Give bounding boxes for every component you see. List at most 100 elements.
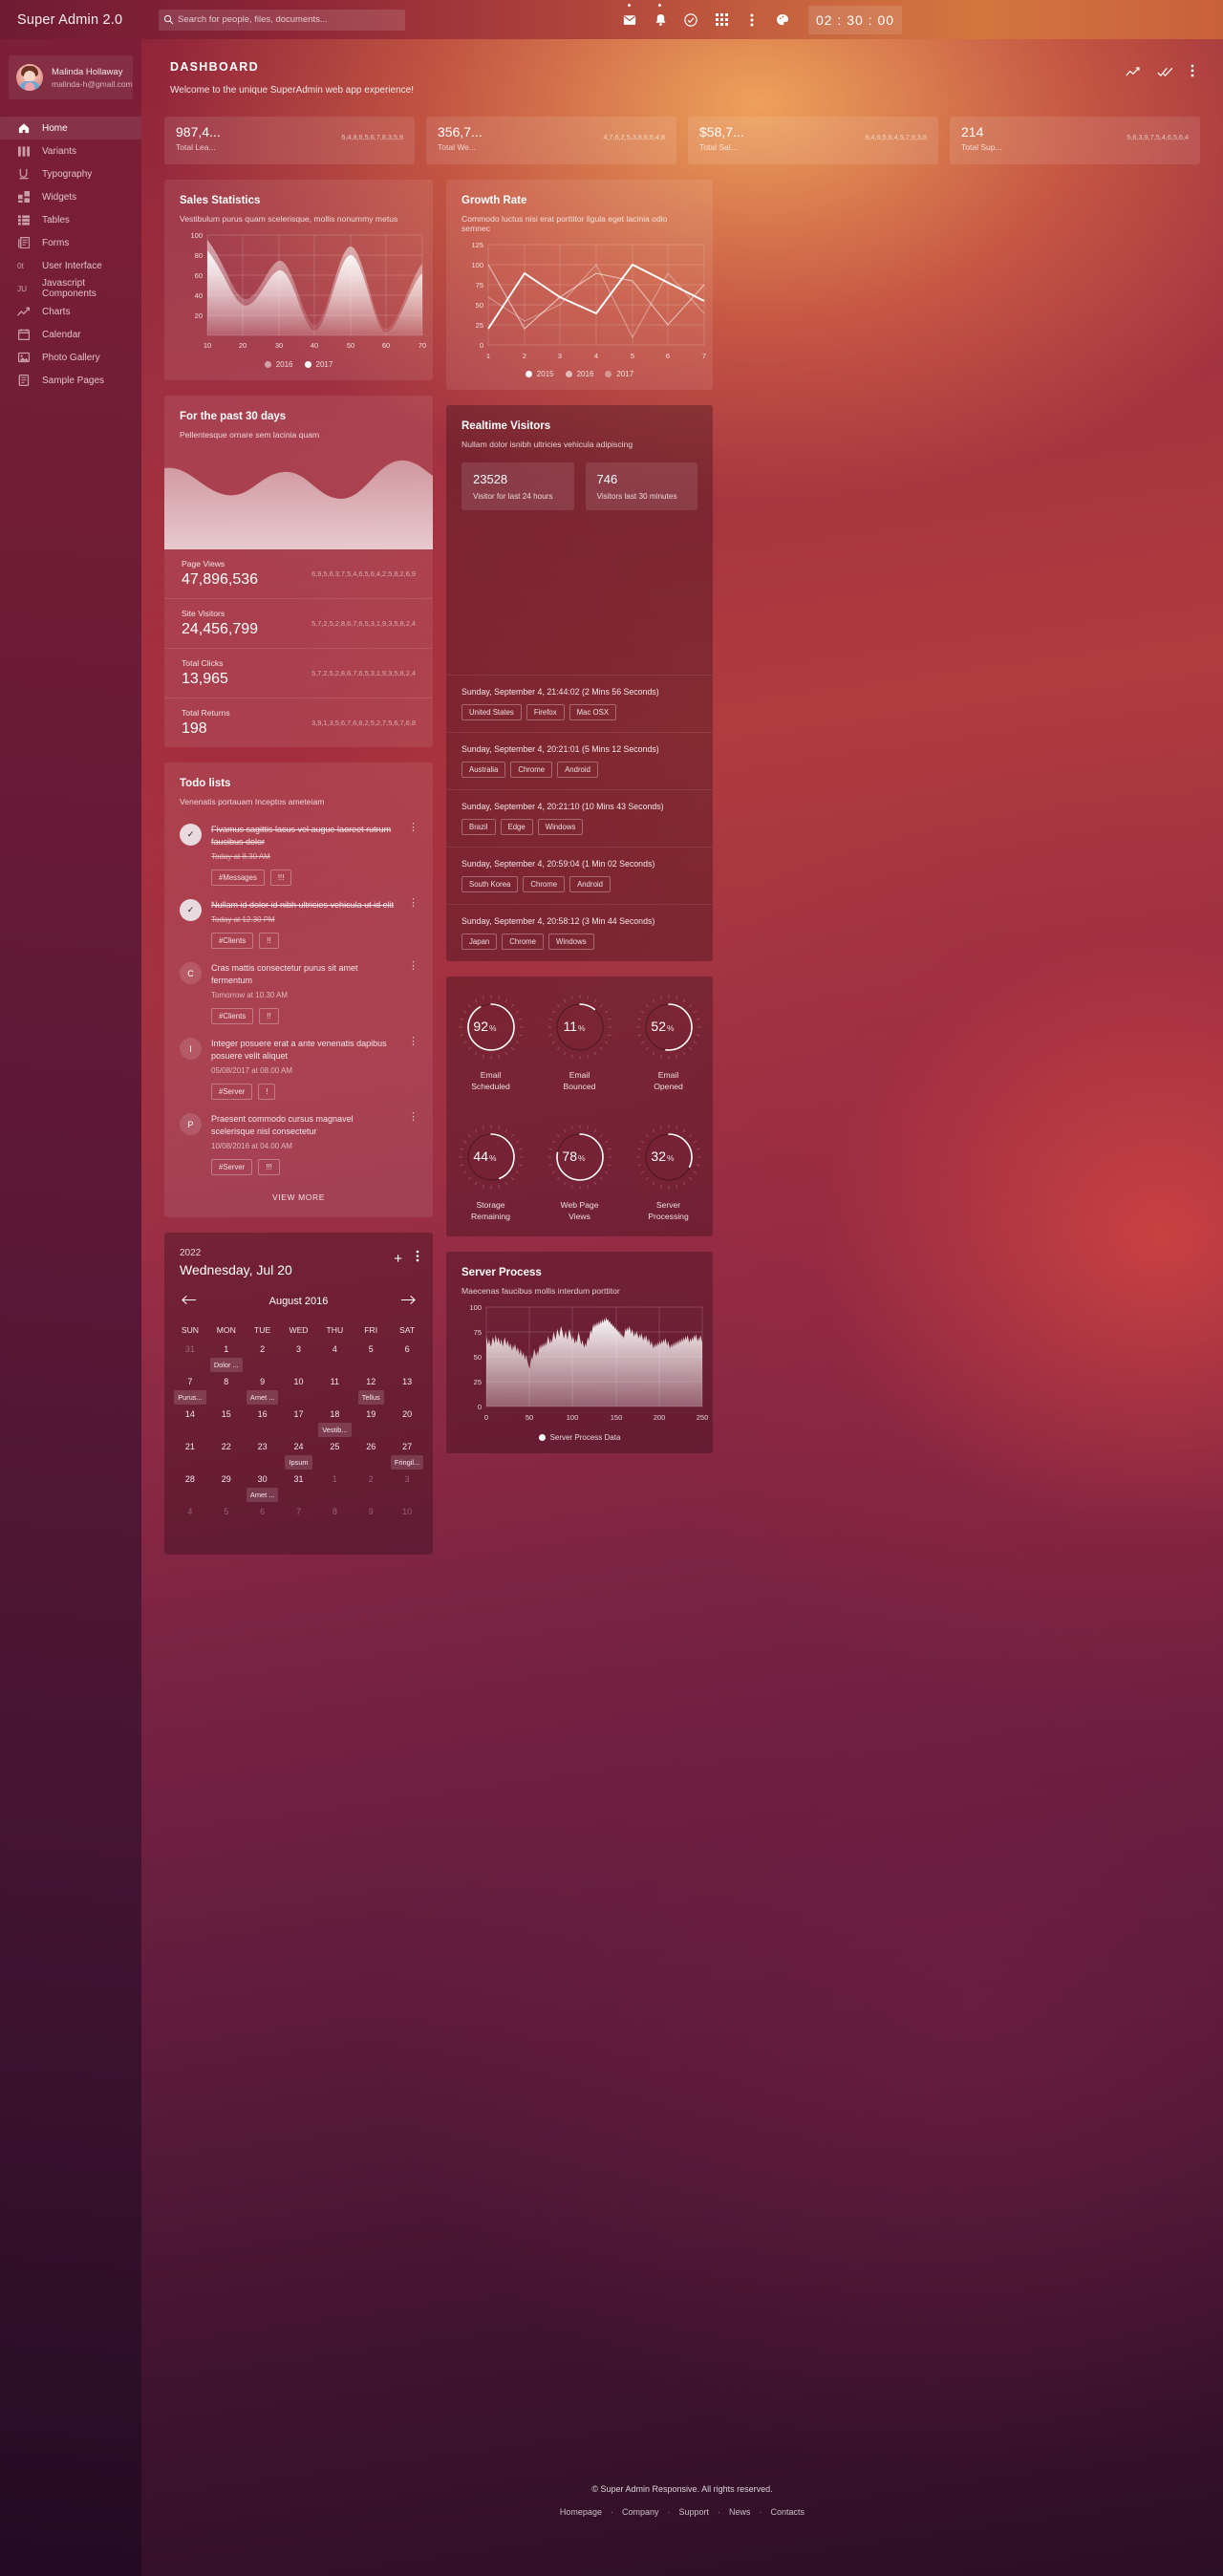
calendar-day-cell[interactable]: 13 xyxy=(389,1377,425,1409)
calendar-day-cell[interactable]: 10 xyxy=(281,1377,317,1409)
more-vertical-icon[interactable] xyxy=(1191,64,1194,82)
sidebar-item-charts[interactable]: Charts xyxy=(0,300,141,323)
sidebar-item-tables[interactable]: Tables xyxy=(0,208,141,231)
calendar-day-cell[interactable]: 2 xyxy=(245,1344,281,1377)
stat-card[interactable]: 987,4... Total Lea... 6,4,8,6,5,6,7,8,3,5,… xyxy=(164,117,415,164)
calendar-day-cell[interactable]: 1 Dolor ... xyxy=(208,1344,245,1377)
calendar-day-cell[interactable]: 23 xyxy=(245,1442,281,1474)
calendar-day-cell[interactable]: 28 xyxy=(172,1474,208,1507)
prev-month-button[interactable] xyxy=(182,1293,197,1310)
more-vertical-icon[interactable]: ⋮ xyxy=(408,1112,418,1175)
sidebar-item-sample-pages[interactable]: Sample Pages xyxy=(0,369,141,392)
check-circle-icon[interactable] xyxy=(682,11,699,29)
calendar-day-cell[interactable]: 8 xyxy=(316,1507,353,1539)
calendar-day-cell[interactable]: 14 xyxy=(172,1409,208,1442)
todo-tag[interactable]: !! xyxy=(259,933,279,949)
calendar-event[interactable]: Dolor ... xyxy=(209,1358,243,1372)
next-month-button[interactable] xyxy=(400,1293,416,1310)
sidebar-item-home[interactable]: Home xyxy=(0,117,141,140)
search-input[interactable] xyxy=(178,14,405,25)
calendar-day-cell[interactable]: 6 xyxy=(245,1507,281,1539)
bell-icon[interactable] xyxy=(652,3,669,29)
todo-tag[interactable]: #Clients xyxy=(211,1008,254,1024)
todo-item[interactable]: P Praesent commodo cursus magnavel sceler… xyxy=(164,1100,433,1175)
calendar-day-cell[interactable]: 16 xyxy=(245,1409,281,1442)
calendar-day-cell[interactable]: 30 Amet ... xyxy=(245,1474,281,1507)
calendar-event[interactable]: Amet ... xyxy=(246,1390,279,1405)
calendar-day-cell[interactable]: 27 Fringil... xyxy=(389,1442,425,1474)
calendar-day-cell[interactable]: 5 xyxy=(353,1344,389,1377)
mail-icon[interactable] xyxy=(621,3,638,29)
calendar-event[interactable]: Purus... xyxy=(174,1390,206,1405)
todo-tag[interactable]: !!! xyxy=(269,869,292,886)
calendar-day-cell[interactable]: 17 xyxy=(281,1409,317,1442)
calendar-day-cell[interactable]: 3 xyxy=(281,1344,317,1377)
sidebar-item-calendar[interactable]: Calendar xyxy=(0,323,141,346)
calendar-day-cell[interactable]: 9 Amet ... xyxy=(245,1377,281,1409)
more-vertical-icon[interactable]: ⋮ xyxy=(408,898,418,949)
calendar-day-cell[interactable]: 22 xyxy=(208,1442,245,1474)
todo-item[interactable]: ✓ Fivamus sagittis lacus vel augue laoree… xyxy=(164,810,433,886)
footer-link-support[interactable]: Support xyxy=(678,2507,709,2517)
todo-tag[interactable]: #Server xyxy=(211,1159,253,1175)
more-vertical-icon[interactable]: ⋮ xyxy=(408,961,418,1024)
calendar-day-cell[interactable]: 6 xyxy=(389,1344,425,1377)
calendar-day-cell[interactable]: 25 xyxy=(316,1442,353,1474)
calendar-day-cell[interactable]: 31 xyxy=(172,1344,208,1377)
sidebar-item-variants[interactable]: Variants xyxy=(0,140,141,162)
calendar-day-cell[interactable]: 8 xyxy=(208,1377,245,1409)
todo-item[interactable]: C Cras mattis consectetur purus sit amet … xyxy=(164,949,433,1024)
calendar-day-cell[interactable]: 1 xyxy=(316,1474,353,1507)
todo-tag[interactable]: !! xyxy=(259,1008,279,1024)
calendar-event[interactable]: Amet ... xyxy=(246,1488,279,1502)
more-vertical-icon[interactable]: ⋮ xyxy=(408,823,418,886)
double-check-icon[interactable] xyxy=(1157,65,1173,82)
calendar-day-cell[interactable]: 7 Purus... xyxy=(172,1377,208,1409)
sidebar-item-forms[interactable]: Forms xyxy=(0,231,141,254)
todo-item[interactable]: I Integer posuere erat a ante venenatis d… xyxy=(164,1024,433,1100)
calendar-day-cell[interactable]: 21 xyxy=(172,1442,208,1474)
footer-link-contacts[interactable]: Contacts xyxy=(771,2507,805,2517)
calendar-event[interactable]: Fringil... xyxy=(390,1455,424,1470)
stat-card[interactable]: 214 Total Sup... 5,6,3,9,7,5,4,6,5,6,4 xyxy=(950,117,1200,164)
todo-tag[interactable]: #Messages xyxy=(211,869,265,886)
calendar-day-cell[interactable]: 7 xyxy=(281,1507,317,1539)
calendar-day-cell[interactable]: 9 xyxy=(353,1507,389,1539)
sidebar-item-typography[interactable]: Typography xyxy=(0,162,141,185)
calendar-day-cell[interactable]: 5 xyxy=(208,1507,245,1539)
calendar-day-cell[interactable]: 31 xyxy=(281,1474,317,1507)
calendar-day-cell[interactable]: 29 xyxy=(208,1474,245,1507)
more-vertical-icon[interactable]: ⋮ xyxy=(408,1037,418,1100)
sidebar-item-photo-gallery[interactable]: Photo Gallery xyxy=(0,346,141,369)
add-event-button[interactable]: + xyxy=(394,1251,402,1267)
stat-card[interactable]: 356,7... Total We... 4,7,6,2,5,3,8,6,6,4,8 xyxy=(426,117,676,164)
sidebar-item-user-interface[interactable]: 0t User Interface xyxy=(0,254,141,277)
todo-item[interactable]: ✓ Nullam id dolor id nibh ultricies vehic… xyxy=(164,886,433,949)
calendar-day-cell[interactable]: 26 xyxy=(353,1442,389,1474)
calendar-day-cell[interactable]: 19 xyxy=(353,1409,389,1442)
trend-up-icon[interactable] xyxy=(1126,65,1140,82)
sidebar-item-widgets[interactable]: Widgets xyxy=(0,185,141,208)
calendar-day-cell[interactable]: 4 xyxy=(172,1507,208,1539)
stat-card[interactable]: $58,7... Total Sal... 9,4,6,5,6,4,5,7,9,3,… xyxy=(688,117,938,164)
footer-link-company[interactable]: Company xyxy=(622,2507,659,2517)
calendar-event[interactable]: Vestib... xyxy=(318,1423,352,1437)
calendar-event[interactable]: Ipsum xyxy=(285,1455,312,1470)
todo-tag[interactable]: ! xyxy=(258,1084,276,1100)
calendar-event[interactable]: Tellus xyxy=(357,1390,384,1405)
more-vertical-icon[interactable] xyxy=(416,1250,419,1267)
calendar-day-cell[interactable]: 2 xyxy=(353,1474,389,1507)
footer-link-news[interactable]: News xyxy=(729,2507,751,2517)
calendar-day-cell[interactable]: 24 Ipsum xyxy=(281,1442,317,1474)
todo-tag[interactable]: !!! xyxy=(258,1159,280,1175)
calendar-day-cell[interactable]: 11 xyxy=(316,1377,353,1409)
calendar-day-cell[interactable]: 20 xyxy=(389,1409,425,1442)
view-more-button[interactable]: VIEW MORE xyxy=(164,1175,433,1217)
footer-link-homepage[interactable]: Homepage xyxy=(560,2507,602,2517)
calendar-day-cell[interactable]: 10 xyxy=(389,1507,425,1539)
sidebar-item-javascript-components[interactable]: JU Javascript Components xyxy=(0,277,141,300)
search-box[interactable] xyxy=(159,9,405,31)
sidebar-profile[interactable]: Malinda Hollaway malinda-h@gmail.com xyxy=(9,55,133,99)
calendar-day-cell[interactable]: 15 xyxy=(208,1409,245,1442)
calendar-day-cell[interactable]: 3 xyxy=(389,1474,425,1507)
